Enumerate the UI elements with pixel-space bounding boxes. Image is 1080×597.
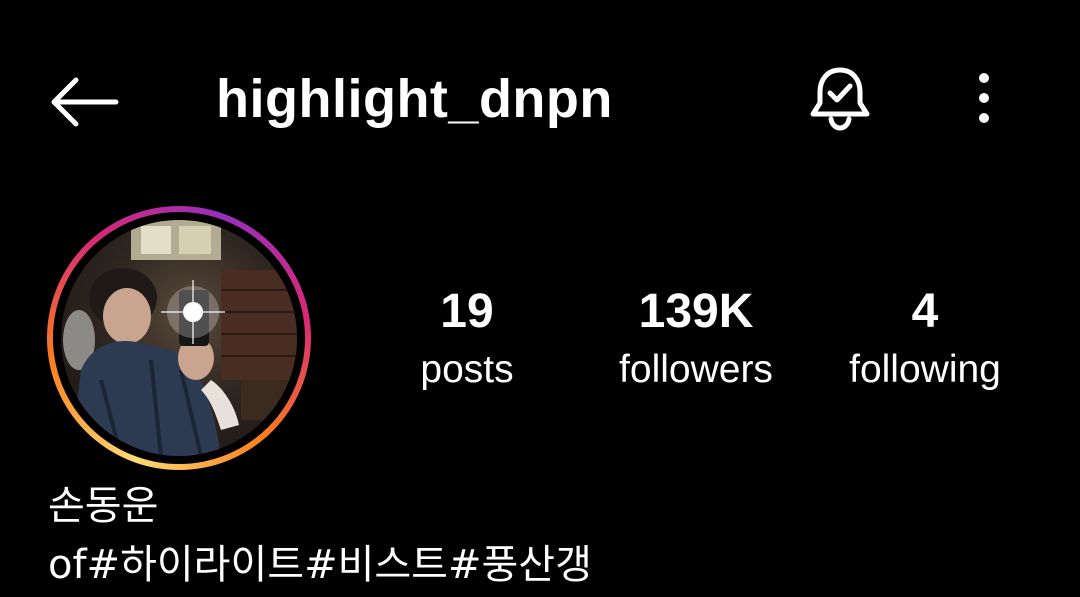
posts-count: 19 (440, 285, 494, 338)
followers-label: followers (619, 348, 773, 391)
avatar (61, 220, 297, 456)
followers-count: 139K (638, 285, 754, 338)
bell-check-icon (810, 67, 870, 131)
back-button[interactable] (44, 66, 124, 138)
following-label: following (849, 348, 1001, 391)
arrow-left-icon (51, 77, 119, 127)
profile-display-name: 손동운 (48, 483, 159, 529)
profile-bio: of#하이라이트#비스트#풍산갱 (48, 542, 592, 588)
followers-stat[interactable]: 139K followers (596, 282, 796, 396)
profile-avatar-story-ring[interactable] (47, 206, 311, 470)
posts-stat[interactable]: 19 posts (392, 282, 542, 396)
notifications-button[interactable] (800, 58, 880, 138)
profile-header: highlight_dnpn (0, 0, 1080, 200)
more-vertical-icon (979, 73, 989, 123)
more-options-button[interactable] (954, 62, 1014, 134)
avatar-photo-image (63, 220, 297, 456)
following-count: 4 (911, 285, 939, 338)
profile-username: highlight_dnpn (216, 69, 613, 129)
posts-label: posts (420, 348, 514, 391)
following-stat[interactable]: 4 following (830, 282, 1020, 396)
